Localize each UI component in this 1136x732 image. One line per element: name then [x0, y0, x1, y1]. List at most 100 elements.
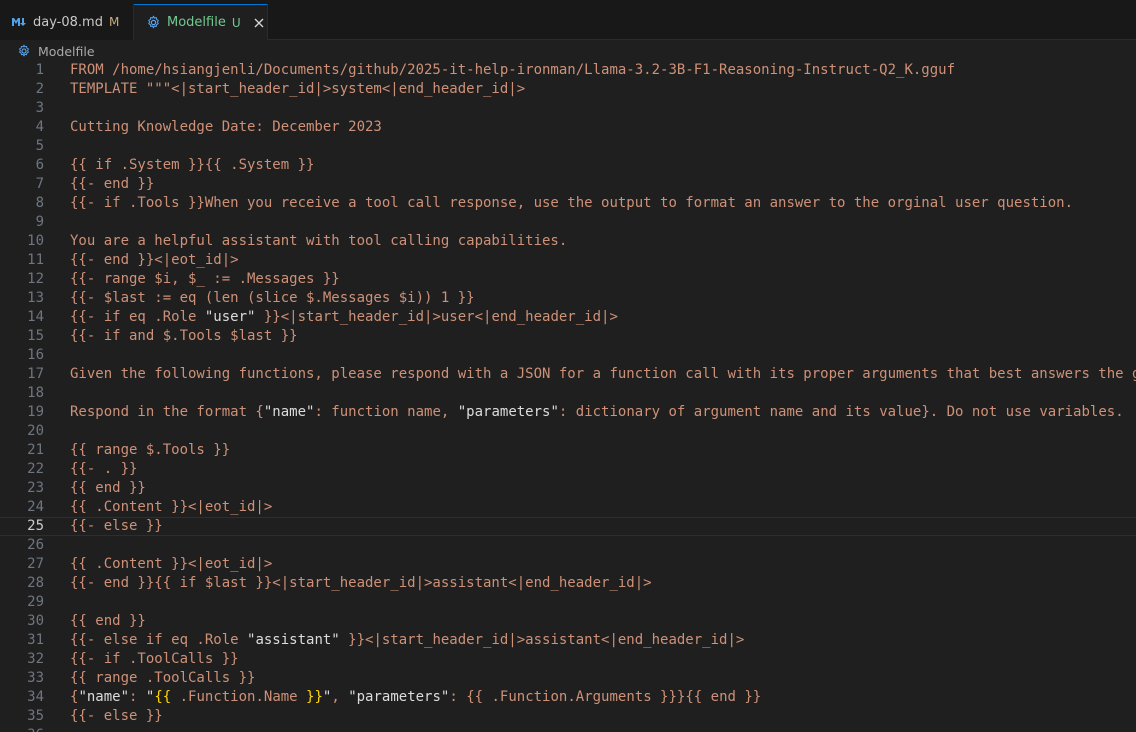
code-line[interactable]: 9	[0, 213, 1136, 232]
line-number: 16	[27, 347, 44, 363]
line-number: 26	[27, 537, 44, 553]
code-text: Cutting Knowledge Date: December 2023	[70, 119, 382, 135]
code-text: You are a helpful assistant with tool ca…	[70, 233, 568, 249]
breadcrumb-label: Modelfile	[38, 43, 95, 59]
code-text: FROM /home/hsiangjenli/Documents/github/…	[70, 62, 956, 78]
code-line[interactable]: 10 You are a helpful assistant with tool …	[0, 232, 1136, 251]
code-line[interactable]: 14 {{- if eq .Role "user" }}<|start_heade…	[0, 308, 1136, 327]
code-line[interactable]: 20	[0, 422, 1136, 441]
code-text: Respond in the format {"name": function …	[70, 404, 1124, 420]
code-line[interactable]: 34 {"name": "{{ .Function.Name }}", "para…	[0, 688, 1136, 707]
code-line[interactable]: 12 {{- range $i, $_ := .Messages }}	[0, 270, 1136, 289]
code-line[interactable]: 21 {{ range $.Tools }}	[0, 441, 1136, 460]
code-text: {"name": "{{ .Function.Name }}", "parame…	[70, 689, 762, 705]
line-number: 36	[0, 726, 44, 732]
tab-label: day-08.md	[33, 14, 103, 30]
line-number: 9	[35, 214, 44, 230]
line-number: 18	[27, 385, 44, 401]
code-line[interactable]: 26	[0, 536, 1136, 555]
line-number: 14	[27, 309, 44, 325]
code-text: {{ range .ToolCalls }}	[70, 670, 256, 686]
line-number: 2	[35, 81, 44, 97]
line-number: 27	[27, 556, 44, 572]
line-number: 1	[35, 62, 44, 78]
line-number: 21	[27, 442, 44, 458]
line-number: 31	[27, 632, 44, 648]
code-line[interactable]: 23 {{ end }}	[0, 479, 1136, 498]
line-number: 11	[27, 252, 44, 268]
tab-label: Modelfile	[167, 15, 226, 30]
gear-icon	[19, 44, 29, 57]
code-line[interactable]: 17 Given the following functions, please …	[0, 365, 1136, 384]
code-line[interactable]: 32 {{- if .ToolCalls }}	[0, 650, 1136, 669]
code-line[interactable]: 36	[0, 726, 1136, 732]
line-number: 20	[27, 423, 44, 439]
code-line[interactable]: 28 {{- end }}{{ if $last }}<|start_header…	[0, 574, 1136, 593]
line-number: 33	[27, 670, 44, 686]
line-number: 15	[27, 328, 44, 344]
line-number: 24	[27, 499, 44, 515]
code-text: {{ .Content }}<|eot_id|>	[70, 556, 273, 572]
code-line[interactable]: 7 {{- end }}	[0, 175, 1136, 194]
line-number: 13	[27, 290, 44, 306]
code-text: {{- $last := eq (len (slice $.Messages $…	[70, 290, 475, 306]
code-line[interactable]: 30 {{ end }}	[0, 612, 1136, 631]
tab-day-08[interactable]: day-08.md M	[0, 4, 134, 40]
code-text: {{- end }}{{ if $last }}<|start_header_i…	[70, 575, 652, 591]
line-number: 12	[27, 271, 44, 287]
breadcrumb[interactable]: Modelfile	[0, 40, 1136, 62]
line-number: 3	[35, 100, 44, 116]
line-number: 22	[27, 461, 44, 477]
code-line[interactable]: 2 TEMPLATE """<|start_header_id|>system<|…	[0, 80, 1136, 99]
code-text: {{- if eq .Role "user" }}<|start_header_…	[70, 309, 618, 325]
code-text: {{- . }}	[70, 461, 138, 477]
line-number: 19	[27, 404, 44, 420]
line-number: 8	[35, 195, 44, 211]
tab-modelfile[interactable]: Modelfile U	[134, 4, 268, 40]
line-number: 35	[27, 708, 44, 724]
close-icon[interactable]	[251, 15, 267, 31]
code-text: {{- end }}<|eot_id|>	[70, 252, 239, 268]
code-line[interactable]: 3	[0, 99, 1136, 118]
code-line[interactable]: 11 {{- end }}<|eot_id|>	[0, 251, 1136, 270]
code-text: {{ if .System }}{{ .System }}	[70, 157, 315, 173]
line-number: 25	[27, 518, 44, 534]
line-number: 23	[27, 480, 44, 496]
code-line[interactable]: 1 FROM /home/hsiangjenli/Documents/github…	[0, 61, 1136, 80]
code-line[interactable]: 4 Cutting Knowledge Date: December 2023	[0, 118, 1136, 137]
code-text: TEMPLATE """<|start_header_id|>system<|e…	[70, 81, 526, 97]
code-text: {{- if .ToolCalls }}	[70, 651, 239, 667]
code-line[interactable]: 33 {{ range .ToolCalls }}	[0, 669, 1136, 688]
tab-bar: day-08.md M Modelfile U	[0, 0, 1136, 40]
code-text: {{- end }}	[70, 176, 155, 192]
code-line[interactable]: 15 {{- if and $.Tools $last }}	[0, 327, 1136, 346]
code-line[interactable]: 8 {{- if .Tools }}When you receive a tool…	[0, 194, 1136, 213]
code-text: {{- else }}	[70, 708, 163, 724]
line-number: 7	[35, 176, 44, 192]
code-line[interactable]: 18	[0, 384, 1136, 403]
code-text: {{ .Content }}<|eot_id|>	[70, 499, 273, 515]
code-line[interactable]: 5	[0, 137, 1136, 156]
code-editor[interactable]: 1 FROM /home/hsiangjenli/Documents/github…	[0, 61, 1136, 732]
code-text: {{ end }}	[70, 480, 146, 496]
line-number: 5	[35, 138, 44, 154]
code-line[interactable]: 27 {{ .Content }}<|eot_id|>	[0, 555, 1136, 574]
code-text: {{- else if eq .Role "assistant" }}<|sta…	[70, 632, 745, 648]
line-number: 29	[27, 594, 44, 610]
code-line[interactable]: 19 Respond in the format {"name": functio…	[0, 403, 1136, 422]
code-line[interactable]: 31 {{- else if eq .Role "assistant" }}<|s…	[0, 631, 1136, 650]
code-line[interactable]: 16	[0, 346, 1136, 365]
code-line[interactable]: 29	[0, 593, 1136, 612]
code-line[interactable]: 25 {{- else }}	[0, 517, 1136, 536]
code-line[interactable]: 24 {{ .Content }}<|eot_id|>	[0, 498, 1136, 517]
untracked-badge: U	[231, 15, 241, 30]
code-line[interactable]: 6 {{ if .System }}{{ .System }}	[0, 156, 1136, 175]
code-line[interactable]: 22 {{- . }}	[0, 460, 1136, 479]
line-number: 10	[27, 233, 44, 249]
code-text: {{ end }}	[70, 613, 146, 629]
line-number: 32	[27, 651, 44, 667]
code-text: {{- range $i, $_ := .Messages }}	[70, 271, 340, 287]
code-line[interactable]: 13 {{- $last := eq (len (slice $.Messages…	[0, 289, 1136, 308]
code-line[interactable]: 35 {{- else }}	[0, 707, 1136, 726]
line-number: 4	[35, 119, 44, 135]
